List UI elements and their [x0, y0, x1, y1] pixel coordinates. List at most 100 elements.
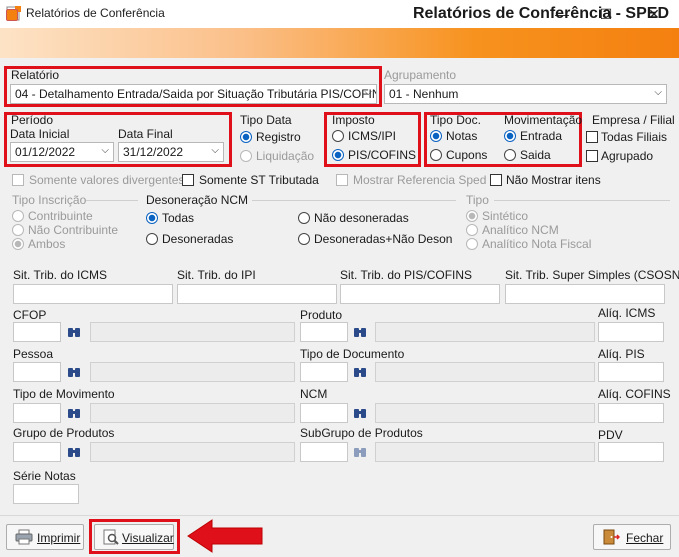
- todas-filiais-label: Todas Filiais: [601, 130, 668, 144]
- produto-input[interactable]: [300, 322, 348, 342]
- relatorio-value: 04 - Detalhamento Entrada/Saida por Situ…: [15, 87, 377, 101]
- data-final-input[interactable]: 31/12/2022 ⌵: [118, 142, 224, 162]
- tipo-doc-notas-radio[interactable]: [430, 130, 442, 142]
- data-inicial-input[interactable]: 01/12/2022 ⌵: [10, 142, 114, 162]
- sit-pis-input[interactable]: [340, 284, 500, 304]
- tipo-data-liquidacao-radio[interactable]: [240, 150, 252, 162]
- desoneracao-todas-label: Todas: [162, 211, 195, 225]
- ref-sped-checkbox[interactable]: [336, 174, 348, 186]
- tipo-movimento-label: Tipo de Movimento: [13, 387, 115, 401]
- aliq-icms-label: Alíq. ICMS: [598, 306, 656, 320]
- analitico-ncm-radio[interactable]: [466, 224, 478, 236]
- analitico-nf-radio[interactable]: [466, 238, 478, 250]
- desoneradas-nao-deson-radio[interactable]: [298, 233, 310, 245]
- aliq-cofins-input[interactable]: [598, 403, 664, 423]
- fechar-button[interactable]: Fechar: [593, 524, 671, 550]
- visualizar-button[interactable]: Visualizar: [94, 524, 174, 550]
- binoculars-icon[interactable]: [67, 366, 81, 378]
- sintetico-radio[interactable]: [466, 210, 478, 222]
- tipo-data-registro-radio[interactable]: [240, 131, 252, 143]
- pdv-input[interactable]: [598, 442, 664, 462]
- binoculars-icon[interactable]: [67, 446, 81, 458]
- imprimir-button[interactable]: Imprimir: [6, 524, 84, 550]
- pessoa-input[interactable]: [13, 362, 61, 382]
- desoneracao-label: Desoneração NCM: [146, 193, 249, 207]
- data-inicial-label: Data Inicial: [10, 127, 70, 141]
- binoculars-icon[interactable]: [353, 326, 367, 338]
- contribuinte-label: Contribuinte: [28, 209, 93, 223]
- nao-desoneradas-radio[interactable]: [298, 212, 310, 224]
- desoneradas-nao-deson-label: Desoneradas+Não Deson: [314, 232, 453, 246]
- mov-saida-radio[interactable]: [504, 149, 516, 161]
- binoculars-icon[interactable]: [353, 446, 367, 458]
- nao-mostrar-label: Não Mostrar itens: [506, 173, 601, 187]
- chevron-down-icon: ⌵: [211, 145, 219, 156]
- grupo-produtos-label: Grupo de Produtos: [13, 426, 115, 440]
- aliq-icms-input[interactable]: [598, 322, 664, 342]
- serie-notas-input[interactable]: [13, 484, 79, 504]
- tipo-documento-description: [375, 362, 595, 382]
- imposto-icms-radio[interactable]: [332, 130, 344, 142]
- aliq-pis-input[interactable]: [598, 362, 664, 382]
- tipo-label: Tipo: [466, 193, 489, 207]
- tipo-data-registro-label: Registro: [256, 130, 301, 144]
- chevron-down-icon: ⌵: [654, 87, 662, 98]
- fechar-label: Fechar: [626, 531, 664, 545]
- analitico-nf-label: Analítico Nota Fiscal: [482, 237, 592, 251]
- divergentes-checkbox[interactable]: [12, 174, 24, 186]
- agrupado-checkbox[interactable]: [586, 150, 598, 162]
- contribuinte-radio[interactable]: [12, 210, 24, 222]
- cfop-input[interactable]: [13, 322, 61, 342]
- agrupamento-value: 01 - Nenhum: [389, 87, 459, 101]
- subgrupo-produtos-label: SubGrupo de Produtos: [300, 426, 423, 440]
- imposto-icms-label: ICMS/IPI: [348, 129, 397, 143]
- st-tributada-checkbox[interactable]: [182, 174, 194, 186]
- tipo-movimento-input[interactable]: [13, 403, 61, 423]
- ambos-radio[interactable]: [12, 238, 24, 250]
- sit-icms-input[interactable]: [13, 284, 173, 304]
- nao-contribuinte-radio[interactable]: [12, 224, 24, 236]
- grupo-produtos-input[interactable]: [13, 442, 61, 462]
- binoculars-icon[interactable]: [353, 366, 367, 378]
- aliq-pis-label: Alíq. PIS: [598, 347, 645, 361]
- desoneracao-todas-radio[interactable]: [146, 212, 158, 224]
- mov-entrada-radio[interactable]: [504, 130, 516, 142]
- header-icon: [6, 9, 18, 21]
- tipo-doc-cupons-label: Cupons: [446, 148, 488, 162]
- binoculars-icon[interactable]: [67, 407, 81, 419]
- binoculars-icon[interactable]: [67, 326, 81, 338]
- nao-desoneradas-label: Não desoneradas: [314, 211, 409, 225]
- ambos-label: Ambos: [28, 237, 66, 251]
- imposto-pis-radio[interactable]: [332, 149, 344, 161]
- tipo-inscricao-line: [86, 200, 138, 201]
- ncm-input[interactable]: [300, 403, 348, 423]
- desoneradas-radio[interactable]: [146, 233, 158, 245]
- tipo-documento-input[interactable]: [300, 362, 348, 382]
- sit-ipi-label: Sit. Trib. do IPI: [177, 268, 256, 282]
- sit-csosn-input[interactable]: [505, 284, 665, 304]
- footer-separator: [0, 515, 679, 516]
- nao-mostrar-checkbox[interactable]: [490, 174, 502, 186]
- sit-ipi-input[interactable]: [177, 284, 337, 304]
- agrupamento-select[interactable]: 01 - Nenhum ⌵: [384, 84, 667, 104]
- aliq-cofins-label: Alíq. COFINS: [598, 387, 671, 401]
- binoculars-icon[interactable]: [353, 407, 367, 419]
- header-title: Relatórios de Conferência - SPED: [412, 5, 669, 22]
- cfop-description: [90, 322, 295, 342]
- desoneracao-line: [252, 200, 456, 201]
- imposto-pis-label: PIS/COFINS: [348, 148, 417, 162]
- relatorio-select[interactable]: 04 - Detalhamento Entrada/Saida por Situ…: [10, 84, 377, 104]
- tipo-line: [494, 200, 670, 201]
- movimentacao-label: Movimentação: [504, 113, 583, 127]
- produto-label: Produto: [300, 308, 343, 322]
- visualizar-label: Visualizar: [122, 531, 174, 545]
- data-final-label: Data Final: [118, 127, 173, 141]
- subgrupo-produtos-input[interactable]: [300, 442, 348, 462]
- tipo-doc-notas-label: Notas: [446, 129, 478, 143]
- cfop-label: CFOP: [13, 308, 47, 322]
- preview-icon: [102, 529, 120, 548]
- ncm-label: NCM: [300, 387, 328, 401]
- todas-filiais-checkbox[interactable]: [586, 131, 598, 143]
- tipo-doc-cupons-radio[interactable]: [430, 149, 442, 161]
- tipo-data-label: Tipo Data: [240, 113, 292, 127]
